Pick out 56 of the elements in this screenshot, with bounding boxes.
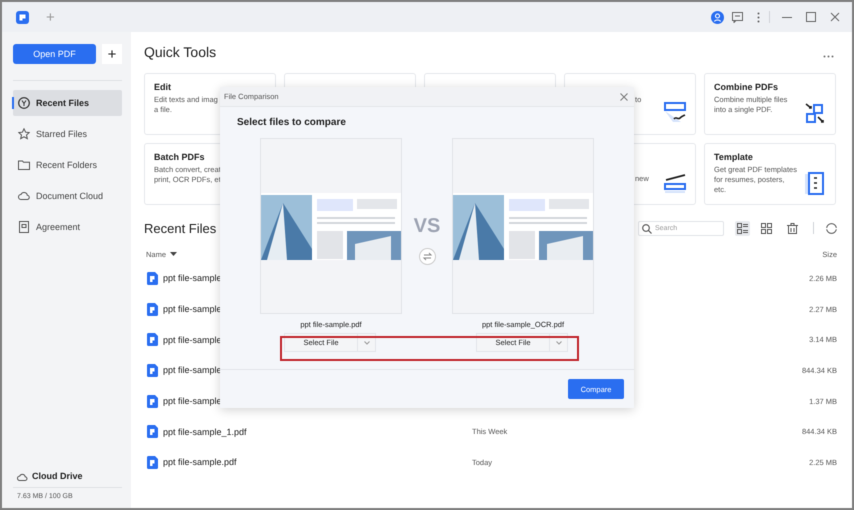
- pdf-file-icon: [147, 272, 158, 285]
- sidebar-item[interactable]: Document Cloud: [13, 183, 122, 209]
- refresh-icon[interactable]: [826, 222, 837, 234]
- close-icon[interactable]: [620, 92, 628, 100]
- star-icon: [18, 128, 30, 140]
- grid-view-icon[interactable]: [761, 222, 772, 234]
- pdf-file-icon: [147, 425, 158, 438]
- scanner-icon: [664, 172, 686, 195]
- maximize-icon[interactable]: [806, 12, 816, 22]
- card-title: Edit: [154, 82, 172, 92]
- chevron-down-icon: [364, 340, 370, 344]
- avatar-icon[interactable]: [711, 10, 724, 24]
- pdf-file-icon: [147, 333, 158, 346]
- swap-icon[interactable]: [418, 248, 436, 265]
- list-view-icon[interactable]: [737, 222, 748, 234]
- sidebar-item[interactable]: Recent Folders: [13, 152, 122, 178]
- card-title: Template: [714, 152, 754, 162]
- trash-icon[interactable]: [787, 222, 798, 234]
- file-name[interactable]: ppt file-sample: [163, 304, 222, 314]
- file-name[interactable]: ppt file-sample: [163, 365, 222, 376]
- folder-icon: [18, 159, 30, 171]
- cloud-icon: [18, 190, 30, 202]
- section-title: Recent Files: [144, 220, 216, 236]
- card-title: Batch PDFs: [154, 152, 206, 162]
- sidebar-item[interactable]: Recent Files: [13, 90, 122, 116]
- sidebar-item[interactable]: Agreement: [13, 214, 122, 240]
- document-icon: [18, 221, 30, 233]
- add-button[interactable]: +: [102, 44, 122, 64]
- file-name[interactable]: ppt file-sample: [163, 334, 222, 345]
- card-title: Combine PDFs: [714, 82, 780, 92]
- chevron-down-icon: [556, 340, 562, 344]
- compress-icon: [664, 102, 686, 125]
- close-icon[interactable]: [830, 12, 840, 22]
- file-name[interactable]: ppt file-sample_1.pdf: [163, 426, 247, 437]
- file-name[interactable]: ppt file-sample: [163, 273, 222, 284]
- feedback-icon[interactable]: [732, 12, 743, 22]
- combine-icon: [804, 102, 826, 125]
- pdf-file-icon: [147, 302, 158, 316]
- file-name[interactable]: ppt file-sample.pdf: [163, 457, 237, 468]
- template-icon: [804, 172, 826, 195]
- sort-caret-icon: [170, 252, 178, 256]
- open-pdf-button[interactable]: Open PDF: [13, 44, 96, 64]
- pdf-file-icon: [147, 456, 158, 469]
- vs-label: VS: [414, 215, 440, 239]
- sidebar-item[interactable]: Starred Files: [13, 121, 122, 147]
- app-logo-icon[interactable]: [16, 10, 29, 24]
- more-icon[interactable]: [823, 54, 834, 58]
- clock-icon: [18, 97, 30, 109]
- cloud-drive-label: Cloud Drive: [32, 471, 83, 481]
- pdf-file-icon: [147, 394, 158, 408]
- cloud-drive-link[interactable]: Cloud Drive: [13, 471, 122, 481]
- section-title: Quick Tools: [144, 44, 216, 60]
- cloud-icon: [17, 472, 28, 480]
- more-icon[interactable]: [757, 12, 760, 22]
- file-name[interactable]: ppt file-sample: [163, 396, 222, 406]
- pdf-file-icon: [147, 364, 158, 377]
